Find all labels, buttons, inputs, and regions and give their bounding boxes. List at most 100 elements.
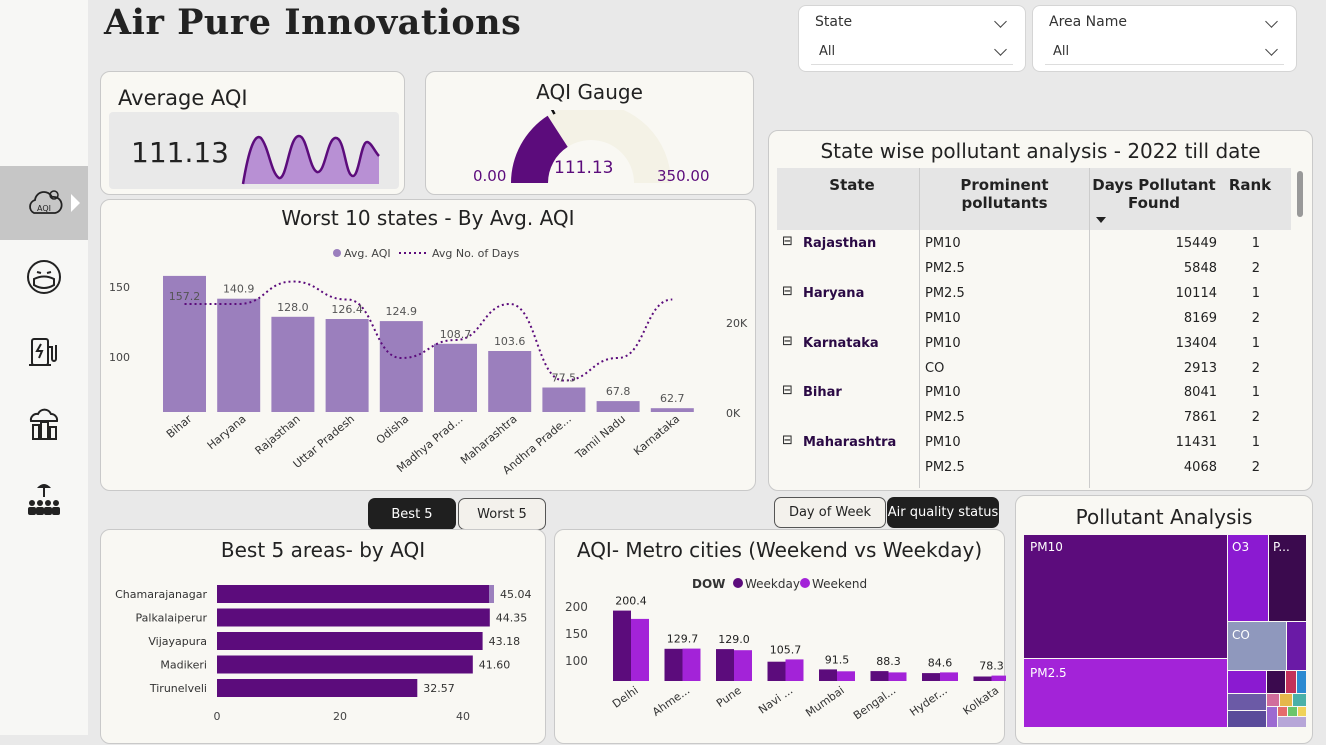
col-header-state[interactable]: State: [787, 176, 917, 194]
legend-swatch-avg-aqi: [333, 249, 341, 257]
collapse-icon[interactable]: ⊟: [782, 334, 793, 349]
bar-odisha[interactable]: [379, 321, 423, 412]
y2-tick-0k: 0K: [726, 407, 741, 420]
treemap-tile[interactable]: [1280, 694, 1292, 706]
bar-weekday[interactable]: [819, 669, 837, 681]
collapse-icon[interactable]: ⊟: [782, 433, 793, 448]
bar-weekend[interactable]: [682, 648, 701, 681]
table-row[interactable]: ⊟ Maharashtra PM10 11431 1: [777, 431, 1291, 456]
treemap-tile[interactable]: [1288, 707, 1297, 716]
data-label: 77.5: [552, 372, 577, 385]
treemap-tile[interactable]: [1278, 717, 1306, 727]
treemap-tile[interactable]: [1228, 671, 1266, 693]
table-row[interactable]: PM2.5 7861 2: [777, 406, 1291, 431]
treemap-tile[interactable]: [1228, 694, 1266, 710]
treemap-tile[interactable]: [1297, 671, 1306, 693]
nav-ev[interactable]: [0, 314, 88, 388]
bar-madikeri[interactable]: [217, 655, 473, 674]
bar-weekday[interactable]: [767, 661, 786, 681]
best-5-button[interactable]: Best 5: [368, 498, 456, 530]
table-row[interactable]: ⊟ Karnataka PM10 13404 1: [777, 332, 1291, 357]
bar-weekend[interactable]: [734, 650, 752, 681]
table-row[interactable]: ⊟ Rajasthan PM10 15449 1: [777, 232, 1291, 257]
data-label: 108.7: [440, 328, 472, 341]
treemap-tile[interactable]: [1228, 711, 1266, 727]
chevron-down-icon[interactable]: [1265, 15, 1278, 28]
bar-weekday[interactable]: [716, 649, 734, 681]
table-row[interactable]: CO 2913 2: [777, 357, 1291, 382]
nav-community[interactable]: [0, 462, 88, 536]
table-row[interactable]: PM2.5 5848 2: [777, 257, 1291, 282]
cell-rank: 1: [1251, 435, 1260, 451]
treemap-tile[interactable]: [1278, 707, 1287, 716]
air-quality-status-button[interactable]: Air quality status: [887, 497, 999, 528]
x-tick-label: Odisha: [374, 412, 412, 446]
bar-rajasthan[interactable]: [271, 316, 315, 412]
chevron-down-icon[interactable]: [994, 15, 1007, 28]
pollutant-analysis-title: Pollutant Analysis: [1075, 505, 1253, 529]
treemap-tile[interactable]: [1293, 694, 1306, 706]
bar-uttar-pradesh[interactable]: [325, 319, 369, 412]
bar-weekend[interactable]: [785, 659, 804, 681]
bar-weekday[interactable]: [613, 610, 631, 681]
collapse-icon[interactable]: ⊟: [782, 383, 793, 398]
data-label: 105.7: [770, 643, 802, 656]
bar-weekday[interactable]: [922, 673, 940, 681]
treemap-tile[interactable]: [1267, 671, 1285, 693]
bar-tirunelveli[interactable]: [217, 679, 418, 697]
col-header-days[interactable]: Days Pollutant Found: [1089, 176, 1219, 212]
x-tick-label: Bengal...: [851, 684, 898, 723]
nav-city[interactable]: [0, 388, 88, 462]
bar-weekend[interactable]: [940, 672, 958, 681]
treemap-tile[interactable]: [1298, 707, 1306, 716]
table-scrollbar[interactable]: [1297, 171, 1303, 217]
area-slicer[interactable]: Area Name All: [1032, 5, 1297, 72]
area-dropdown[interactable]: All: [1045, 39, 1284, 65]
col-header-rank[interactable]: Rank: [1225, 176, 1275, 194]
bar-weekday[interactable]: [973, 676, 992, 682]
area-slicer-label: Area Name: [1049, 14, 1127, 30]
bar-weekday[interactable]: [870, 671, 889, 681]
day-of-week-button[interactable]: Day of Week: [774, 497, 886, 528]
treemap-tile[interactable]: [1286, 671, 1296, 693]
table-row[interactable]: PM10 8169 2: [777, 307, 1291, 332]
table-row[interactable]: PM2.5 4068 2: [777, 456, 1291, 481]
collapse-icon[interactable]: ⊟: [782, 234, 793, 249]
bar-haryana[interactable]: [217, 298, 261, 412]
nav-mask[interactable]: [0, 240, 88, 314]
bar-weekend[interactable]: [888, 672, 907, 681]
table-row[interactable]: ⊟ Haryana PM2.5 10114 1: [777, 282, 1291, 307]
treemap-tile[interactable]: [1267, 694, 1279, 706]
pollutant-treemap: PM10 PM2.5 O3 P... CO: [1024, 535, 1306, 727]
state-dropdown[interactable]: All: [811, 39, 1013, 65]
worst-5-button[interactable]: Worst 5: [458, 498, 546, 530]
bar-vijayapura[interactable]: [217, 632, 483, 650]
table-row[interactable]: ⊟ Bihar PM10 8041 1: [777, 381, 1291, 406]
bar-maharashtra[interactable]: [488, 351, 532, 412]
bar-weekend[interactable]: [837, 671, 855, 681]
data-label: 78.3: [979, 660, 1004, 673]
cell-pollutant: PM10: [925, 435, 961, 451]
bar-weekend[interactable]: [991, 675, 1007, 681]
bar-tamil-nadu[interactable]: [596, 401, 640, 412]
bar-chamarajanagar[interactable]: [217, 585, 494, 603]
x-tick-label: 40: [456, 710, 470, 723]
col-header-pollutant[interactable]: Prominent pollutants: [922, 176, 1087, 212]
bar-madhya-prad-[interactable]: [434, 343, 477, 412]
treemap-tile[interactable]: [1267, 707, 1277, 727]
state-slicer[interactable]: State All: [798, 5, 1026, 72]
bar-karnataka[interactable]: [650, 408, 694, 412]
collapse-icon[interactable]: ⊟: [782, 284, 793, 299]
nav-aqi[interactable]: AQI: [0, 166, 88, 240]
data-label: 41.60: [479, 659, 511, 672]
treemap-tile[interactable]: [1287, 622, 1306, 670]
legend-avg-aqi: Avg. AQI: [344, 247, 391, 260]
x-tick-label: Haryana: [205, 412, 249, 452]
bar-weekday[interactable]: [664, 648, 683, 681]
bar-weekend[interactable]: [631, 618, 649, 681]
bar-andhra-prade-[interactable]: [542, 387, 586, 413]
sort-desc-icon[interactable]: [1095, 216, 1107, 224]
cell-state: Haryana: [803, 285, 865, 301]
bar-palkalaiperur[interactable]: [217, 608, 490, 627]
pollutant-table-title: State wise pollutant analysis - 2022 til…: [820, 139, 1261, 163]
